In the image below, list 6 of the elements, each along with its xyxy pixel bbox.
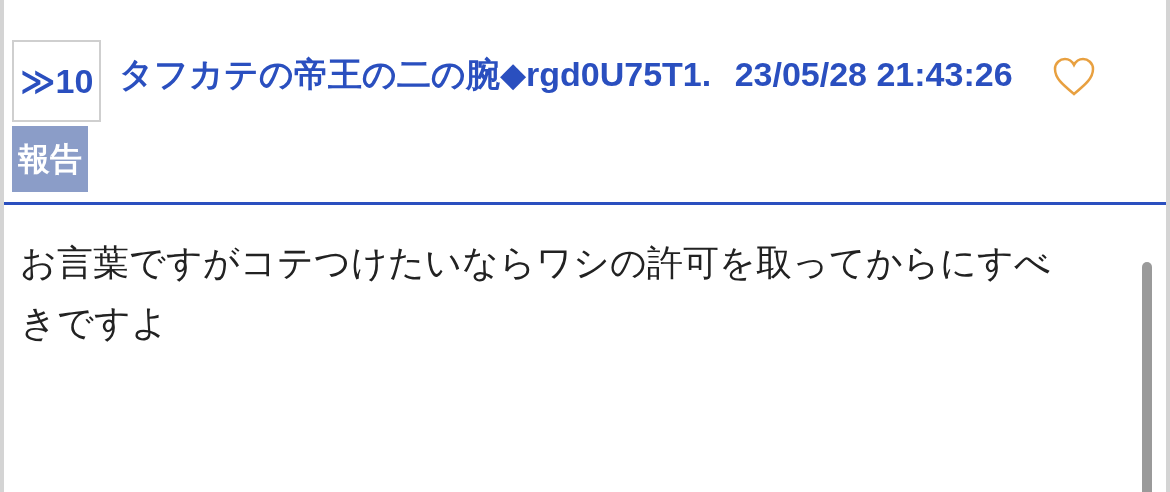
reply-number-link[interactable]: ≫10 — [12, 40, 102, 122]
poster-name: タフカテの帝王の二の腕◆rgd0U75T1. — [118, 55, 712, 93]
heart-icon[interactable] — [1052, 57, 1096, 97]
post-body: お言葉ですがコテつけたいならワシの許可を取ってからにすべきですよ — [19, 241, 1052, 345]
scrollbar[interactable] — [1142, 262, 1152, 492]
post-datetime: 23/05/28 21:43:26 — [734, 55, 1013, 93]
